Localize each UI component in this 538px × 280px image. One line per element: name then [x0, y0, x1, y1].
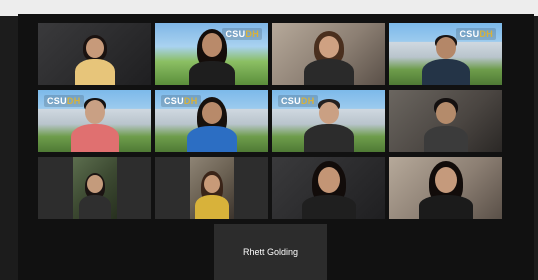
portrait-video-feed [189, 157, 234, 219]
participant-person [294, 157, 364, 219]
participant-person [414, 25, 478, 85]
participant-video-tile[interactable] [272, 23, 385, 85]
participant-person [180, 90, 244, 152]
participant-video-tile[interactable]: CSUDH [38, 90, 151, 152]
participant-name: Rhett Golding [242, 247, 299, 257]
participant-person [181, 25, 243, 85]
participant-video-tile[interactable]: CSUDH [272, 90, 385, 152]
participant-person [77, 165, 113, 219]
participant-person [411, 157, 481, 219]
participant-video-tile[interactable] [389, 90, 502, 152]
participant-person [296, 25, 362, 85]
participant-video-tile-speaking[interactable]: CSUDH [155, 23, 268, 85]
participant-video-tile[interactable]: CSUDH [389, 23, 502, 85]
participant-video-tile[interactable] [272, 157, 385, 219]
meeting-gallery-view: CSUDH CSUDH CSUDH CSUDH CSUDH Rhett Gold… [18, 14, 534, 280]
zoom-screen: CSUDH CSUDH CSUDH CSUDH CSUDH Rhett Gold… [0, 0, 538, 280]
participant-video-tile[interactable] [389, 157, 502, 219]
participant-video-tile[interactable]: CSUDH [155, 90, 268, 152]
participant-video-tile[interactable] [38, 157, 151, 219]
participant-person [297, 90, 361, 152]
participant-person [65, 25, 125, 85]
participant-person [64, 90, 126, 152]
participant-person [194, 165, 230, 219]
participant-name-tile[interactable]: Rhett Golding [214, 224, 327, 280]
participant-video-tile[interactable] [38, 23, 151, 85]
portrait-video-feed [72, 157, 117, 219]
participant-person [415, 90, 477, 152]
participant-video-tile[interactable] [155, 157, 268, 219]
